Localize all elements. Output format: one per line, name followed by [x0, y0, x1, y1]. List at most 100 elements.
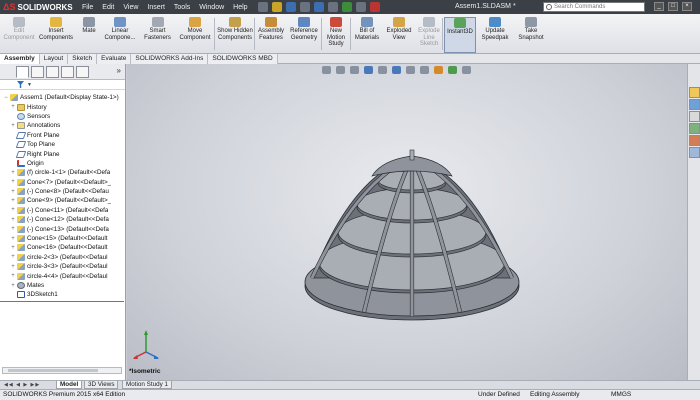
tab-evaluate[interactable]: Evaluate	[97, 54, 132, 64]
display-manager-tab-icon[interactable]	[76, 65, 89, 78]
featuremanager-tab-icon[interactable]	[16, 65, 29, 78]
expand-toggle-icon[interactable]: +	[10, 226, 16, 232]
exploded-view-button[interactable]: Exploded View	[384, 17, 414, 53]
explode-line-sketch-button[interactable]: Explode Line Sketch	[415, 17, 443, 53]
tree-node[interactable]: + circle-3<3> (Default<<Defaul	[0, 262, 126, 271]
tree-node[interactable]: + circle-4<4> (Default<<Defaul	[0, 271, 126, 280]
expand-toggle-icon[interactable]: +	[10, 189, 16, 195]
more-tabs-icon[interactable]: »	[117, 66, 121, 75]
tree-node[interactable]: + (-) Cone<13> (Default<<Defa	[0, 224, 126, 233]
expand-toggle-icon[interactable]: +	[10, 104, 16, 110]
expand-toggle-icon[interactable]: −	[3, 95, 9, 101]
tree-node[interactable]: + Cone<15> (Default<<Default	[0, 234, 126, 243]
expand-toggle-icon[interactable]: +	[10, 264, 16, 270]
tree-node[interactable]: + (-) Cone<11> (Default<<Defa	[0, 206, 126, 215]
expand-toggle-icon[interactable]: +	[10, 245, 16, 251]
tree-node[interactable]: + Cone<9> (Default<<Default>_	[0, 196, 126, 205]
tree-node[interactable]: Front Plane	[0, 131, 126, 140]
search-commands-input[interactable]: Search Commands	[543, 2, 645, 12]
tab-3d-views[interactable]: 3D Views	[84, 381, 119, 389]
tab-model[interactable]: Model	[56, 381, 83, 389]
reference-geometry-button[interactable]: Reference Geometry	[287, 17, 321, 53]
mate-button[interactable]: Mate	[78, 17, 100, 53]
tab-addins[interactable]: SOLIDWORKS Add-Ins	[131, 54, 209, 64]
custom-properties-icon[interactable]	[689, 147, 700, 158]
update-speedpak-button[interactable]: Update Speedpak	[479, 17, 511, 53]
close-button[interactable]: ×	[682, 2, 692, 11]
file-properties-icon[interactable]	[356, 2, 366, 12]
tree-node[interactable]: 3DSketch1	[0, 290, 126, 299]
expand-toggle-icon[interactable]: +	[10, 217, 16, 223]
menu-edit[interactable]: Edit	[102, 4, 114, 11]
traffic-light-rebuild-icon[interactable]	[342, 2, 352, 12]
tree-node[interactable]: + circle-2<3> (Default<<Defaul	[0, 253, 126, 262]
tree-node[interactable]: Origin	[0, 159, 126, 168]
file-explorer-icon[interactable]	[689, 111, 700, 122]
insert-components-button[interactable]: Insert Components	[36, 17, 76, 53]
tree-node[interactable]: + (-) Cone<8> (Default<<Defau	[0, 187, 126, 196]
take-snapshot-button[interactable]: Take Snapshot	[514, 17, 548, 53]
tab-layout[interactable]: Layout	[39, 54, 69, 64]
edit-component-button[interactable]: Edit Component	[2, 17, 36, 53]
tree-node[interactable]: + (f) circle-1<1> (Default<<Defa	[0, 168, 126, 177]
maximize-button[interactable]: □	[668, 2, 678, 11]
show-hidden-components-button[interactable]: Show Hidden Components	[216, 17, 254, 53]
tree-filter[interactable]: ▼	[0, 80, 125, 90]
tree-node[interactable]: + (-) Cone<12> (Default<<Defa	[0, 215, 126, 224]
tree-node[interactable]: + Annotations	[0, 121, 126, 130]
menu-view[interactable]: View	[123, 4, 138, 11]
tab-motion-study-1[interactable]: Motion Study 1	[122, 381, 173, 389]
expand-toggle-icon[interactable]: +	[10, 170, 16, 176]
tree-node[interactable]: + Cone<16> (Default<<Default	[0, 243, 126, 252]
solidworks-resources-icon[interactable]	[689, 87, 700, 98]
minimize-button[interactable]: _	[654, 2, 664, 11]
expand-toggle-icon[interactable]: +	[10, 198, 16, 204]
configurationmanager-tab-icon[interactable]	[46, 65, 59, 78]
scrollbar-thumb[interactable]	[8, 369, 98, 372]
menu-tools[interactable]: Tools	[174, 4, 190, 11]
expand-toggle-icon[interactable]: +	[10, 123, 16, 129]
menu-file[interactable]: File	[82, 4, 93, 11]
expand-toggle-icon[interactable]: +	[10, 283, 16, 289]
tab-assembly[interactable]: Assembly	[0, 54, 40, 64]
tree-node[interactable]: + Cone<7> (Default<<Default>_	[0, 178, 126, 187]
undo-icon[interactable]	[314, 2, 324, 12]
bill-of-materials-button[interactable]: Bill of Materials	[352, 17, 382, 53]
move-component-button[interactable]: Move Component	[177, 17, 213, 53]
tab-sketch[interactable]: Sketch	[68, 54, 98, 64]
unit-system-button[interactable]: MMGS	[611, 390, 631, 400]
new-document-icon[interactable]	[258, 2, 268, 12]
tree-horizontal-scrollbar[interactable]	[2, 367, 122, 374]
design-library-icon[interactable]	[689, 99, 700, 110]
print-icon[interactable]	[300, 2, 310, 12]
assembly-features-button[interactable]: Assembly Features	[256, 17, 286, 53]
rollback-bar[interactable]	[0, 301, 124, 302]
tab-mbd[interactable]: SOLIDWORKS MBD	[208, 54, 278, 64]
expand-toggle-icon[interactable]: +	[10, 207, 16, 213]
expand-toggle-icon[interactable]: +	[10, 236, 16, 242]
propertymanager-tab-icon[interactable]	[31, 65, 44, 78]
save-icon[interactable]	[286, 2, 296, 12]
appearances-scenes-icon[interactable]	[689, 135, 700, 146]
menu-insert[interactable]: Insert	[147, 4, 165, 11]
expand-toggle-icon[interactable]: +	[10, 254, 16, 260]
tab-scroll-arrows-icon[interactable]: ◀◀ ◀ ▶ ▶▶	[4, 382, 40, 388]
cone-assembly-model[interactable]	[127, 64, 687, 380]
graphics-area[interactable]: *Isometric	[127, 64, 687, 380]
tree-node[interactable]: Top Plane	[0, 140, 126, 149]
tree-node[interactable]: Sensors	[0, 112, 126, 121]
options-gear-icon[interactable]	[370, 2, 380, 12]
tree-node[interactable]: Right Plane	[0, 149, 126, 158]
solidworks-logo[interactable]: ΔS SOLIDWORKS	[3, 1, 73, 13]
view-palette-icon[interactable]	[689, 123, 700, 134]
menu-window[interactable]: Window	[199, 4, 224, 11]
menu-help[interactable]: Help	[233, 4, 247, 11]
new-motion-study-button[interactable]: New Motion Study	[323, 17, 349, 53]
expand-toggle-icon[interactable]: +	[10, 179, 16, 185]
tree-node[interactable]: + Mates	[0, 281, 126, 290]
tree-node[interactable]: + History	[0, 102, 126, 111]
expand-toggle-icon[interactable]: +	[10, 273, 16, 279]
select-arrow-icon[interactable]	[328, 2, 338, 12]
linear-compone-button[interactable]: Linear Compone...	[102, 17, 138, 53]
instant3d-button[interactable]: Instant3D	[444, 17, 476, 53]
